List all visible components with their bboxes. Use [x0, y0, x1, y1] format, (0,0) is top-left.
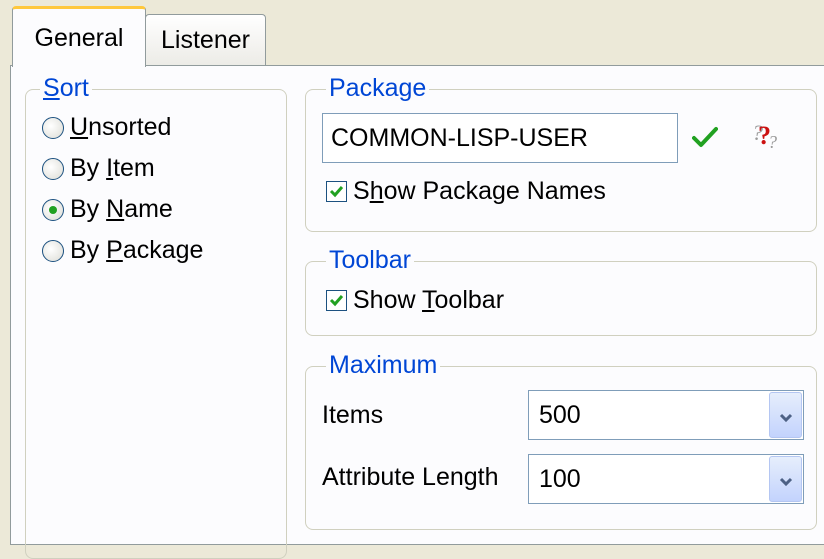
green-checkmark-icon[interactable]: [692, 126, 718, 155]
svg-text:?: ?: [768, 132, 777, 152]
sort-group-title: Sort: [40, 74, 92, 102]
tab-listener[interactable]: Listener: [145, 14, 266, 66]
radio-by-package-circle[interactable]: [42, 239, 64, 262]
tab-listener-label: Listener: [161, 26, 250, 54]
chevron-down-icon: [779, 401, 793, 430]
attribute-length-label: Attribute Length: [322, 463, 499, 491]
show-package-names-checkbox[interactable]: Show Package Names: [326, 177, 606, 206]
attribute-length-select[interactable]: 100: [528, 454, 804, 504]
radio-by-name-circle[interactable]: [42, 198, 64, 221]
package-group-title: Package: [326, 74, 430, 102]
radio-by-package[interactable]: By Package: [42, 236, 203, 265]
show-toolbar-label: Show Toolbar: [353, 286, 505, 314]
radio-by-item-label: By Item: [70, 154, 155, 182]
chevron-down-icon: [779, 465, 793, 494]
toolbar-group-title: Toolbar: [326, 246, 414, 274]
show-toolbar-box[interactable]: [326, 290, 347, 311]
items-label: Items: [322, 401, 384, 429]
radio-by-name[interactable]: By Name: [42, 195, 173, 224]
radio-by-item[interactable]: By Item: [42, 154, 155, 183]
radio-by-package-label: By Package: [70, 236, 204, 264]
tab-strip: General Listener: [0, 0, 824, 67]
package-group: Package COMMON-LISP-USER ? ? ? Show Pack…: [305, 74, 817, 232]
radio-unsorted-label: Unsorted: [70, 113, 172, 141]
show-package-names-label: Show Package Names: [353, 177, 606, 205]
show-package-names-box[interactable]: [326, 181, 347, 202]
radio-by-name-label: By Name: [70, 195, 173, 223]
maximum-group-title: Maximum: [326, 351, 441, 379]
attribute-length-value: 100: [539, 464, 581, 493]
tab-general[interactable]: General: [12, 6, 146, 67]
sort-group: Sort Unsorted By Item By Name By Package: [25, 74, 287, 559]
radio-unsorted-circle[interactable]: [42, 116, 64, 139]
toolbar-group: Toolbar Show Toolbar: [305, 246, 817, 336]
question-mark-icon[interactable]: ? ? ?: [746, 118, 786, 161]
package-input-value: COMMON-LISP-USER: [331, 123, 588, 152]
tab-general-label: General: [34, 23, 124, 52]
show-toolbar-checkbox[interactable]: Show Toolbar: [326, 286, 504, 315]
items-dropdown-button[interactable]: [769, 392, 802, 438]
items-select[interactable]: 500: [528, 390, 804, 440]
attribute-length-dropdown-button[interactable]: [769, 456, 802, 502]
package-input[interactable]: COMMON-LISP-USER: [322, 113, 678, 163]
items-select-value: 500: [539, 400, 581, 429]
maximum-group: Maximum Items 500 Attribute Length 100: [305, 351, 817, 530]
radio-unsorted[interactable]: Unsorted: [42, 113, 171, 142]
radio-by-item-circle[interactable]: [42, 157, 64, 180]
tab-panel-general: Sort Unsorted By Item By Name By Package…: [10, 65, 824, 559]
